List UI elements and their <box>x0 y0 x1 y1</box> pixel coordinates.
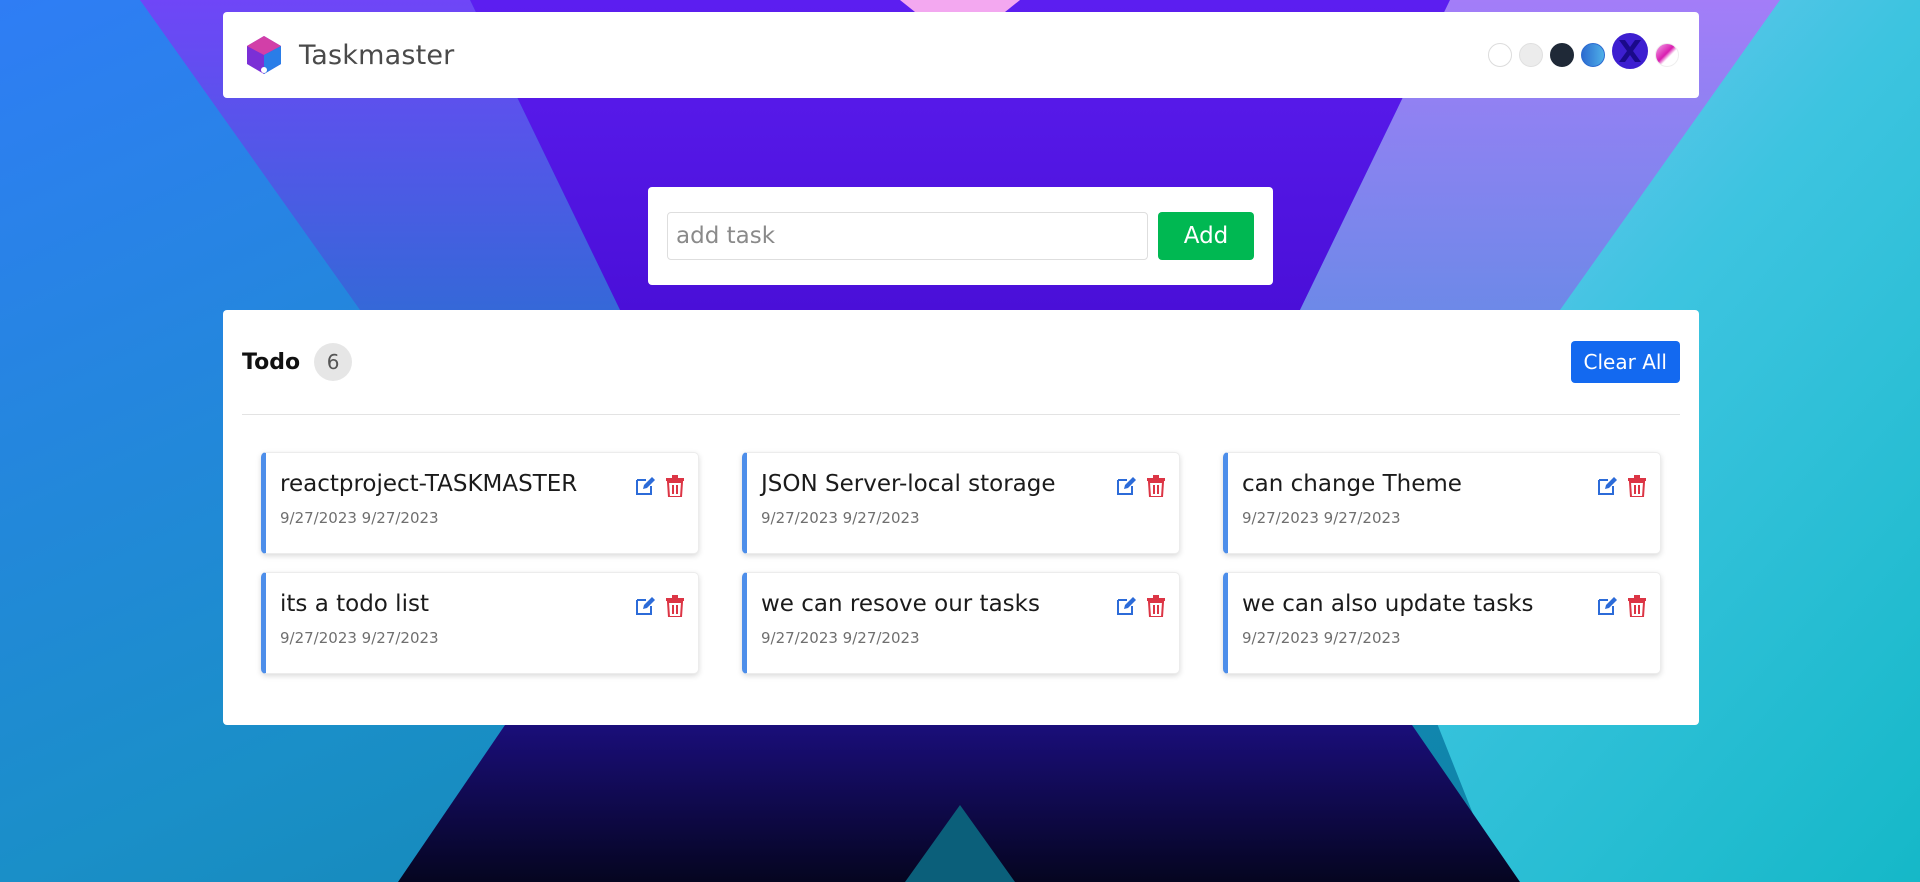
task-title: can change Theme <box>1242 471 1462 497</box>
task-dates: 9/27/2023 9/27/2023 <box>761 509 920 527</box>
task-actions <box>634 595 686 617</box>
clear-all-button[interactable]: Clear All <box>1570 341 1680 383</box>
task-card: JSON Server-local storage 9/27/2023 9/27… <box>742 452 1180 554</box>
edit-icon[interactable] <box>634 475 656 497</box>
todo-count-badge: 6 <box>314 343 353 381</box>
trash-icon[interactable] <box>1626 475 1648 497</box>
trash-icon[interactable] <box>664 595 686 617</box>
task-card: we can also update tasks 9/27/2023 9/27/… <box>1223 572 1661 674</box>
task-grid: reactproject-TASKMASTER 9/27/2023 9/27/2… <box>242 452 1680 674</box>
theme-dark-option[interactable] <box>1550 43 1574 67</box>
edit-icon[interactable] <box>1115 475 1137 497</box>
task-actions <box>634 475 686 497</box>
task-title: we can also update tasks <box>1242 591 1534 617</box>
task-dates: 9/27/2023 9/27/2023 <box>280 509 439 527</box>
theme-purple-x-option[interactable] <box>1612 33 1648 69</box>
edit-icon[interactable] <box>1115 595 1137 617</box>
theme-switcher <box>1488 33 1679 69</box>
trash-icon[interactable] <box>1145 595 1167 617</box>
task-title: we can resove our tasks <box>761 591 1040 617</box>
task-card: reactproject-TASKMASTER 9/27/2023 9/27/2… <box>261 452 699 554</box>
task-dates: 9/27/2023 9/27/2023 <box>761 629 920 647</box>
task-card: we can resove our tasks 9/27/2023 9/27/2… <box>742 572 1180 674</box>
task-actions <box>1115 475 1167 497</box>
edit-icon[interactable] <box>1596 475 1618 497</box>
theme-white-option[interactable] <box>1488 43 1512 67</box>
task-actions <box>1596 475 1648 497</box>
task-dates: 9/27/2023 9/27/2023 <box>280 629 439 647</box>
trash-icon[interactable] <box>1145 475 1167 497</box>
x-pattern-icon <box>1619 40 1641 62</box>
theme-pink-option[interactable] <box>1655 43 1679 67</box>
add-task-panel: Add <box>648 187 1273 285</box>
todo-title: Todo <box>242 349 301 375</box>
task-dates: 9/27/2023 9/27/2023 <box>1242 629 1401 647</box>
trash-icon[interactable] <box>664 475 686 497</box>
app-header: Taskmaster <box>223 12 1699 98</box>
task-actions <box>1115 595 1167 617</box>
task-card: can change Theme 9/27/2023 9/27/2023 <box>1223 452 1661 554</box>
todo-panel: Todo 6 Clear All reactproject-TASKMASTER… <box>223 310 1699 725</box>
todo-header: Todo 6 Clear All <box>242 310 1680 415</box>
task-actions <box>1596 595 1648 617</box>
edit-icon[interactable] <box>634 595 656 617</box>
theme-blue-option[interactable] <box>1581 43 1605 67</box>
edit-icon[interactable] <box>1596 595 1618 617</box>
add-task-button[interactable]: Add <box>1158 212 1254 260</box>
task-dates: 9/27/2023 9/27/2023 <box>1242 509 1401 527</box>
task-card: its a todo list 9/27/2023 9/27/2023 <box>261 572 699 674</box>
task-title: JSON Server-local storage <box>761 471 1056 497</box>
trash-icon[interactable] <box>1626 595 1648 617</box>
theme-light-option[interactable] <box>1519 43 1543 67</box>
taskmaster-logo-icon[interactable] <box>243 33 287 77</box>
add-task-input[interactable] <box>667 212 1148 260</box>
task-title: reactproject-TASKMASTER <box>280 471 578 497</box>
task-title: its a todo list <box>280 591 429 617</box>
app-brand[interactable]: Taskmaster <box>299 40 454 71</box>
